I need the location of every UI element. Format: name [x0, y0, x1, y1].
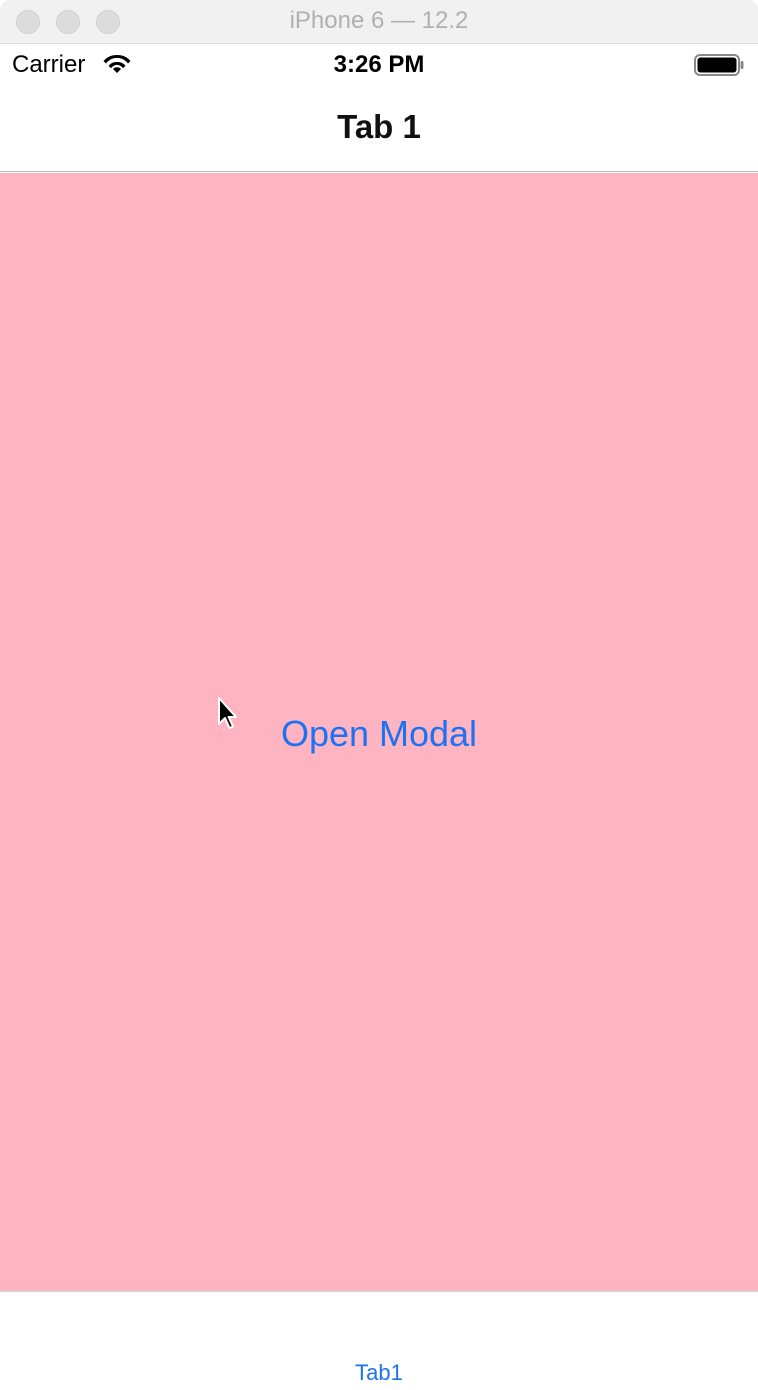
main-content: Open Modal — [0, 173, 758, 1291]
tab-tab1[interactable]: Tab1 — [329, 1292, 429, 1390]
window-title: iPhone 6 — 12.2 — [289, 7, 469, 34]
mouse-pointer-icon — [218, 697, 237, 729]
status-time: 3:26 PM — [333, 51, 425, 78]
navigation-bar: Tab 1 — [0, 86, 758, 172]
battery-icon — [694, 54, 744, 76]
status-bar: Carrier 3:26 PM — [0, 44, 758, 86]
window-title-bar: iPhone 6 — 12.2 — [0, 0, 758, 44]
open-modal-button[interactable]: Open Modal — [0, 713, 758, 755]
tab-label: Tab1 — [355, 1360, 403, 1385]
nav-title: Tab 1 — [337, 108, 421, 145]
tab-bar: Tab1 — [0, 1291, 758, 1390]
simulator-window: iPhone 6 — 12.2 Carrier 3:26 PM Tab 1 Op… — [0, 0, 758, 1390]
